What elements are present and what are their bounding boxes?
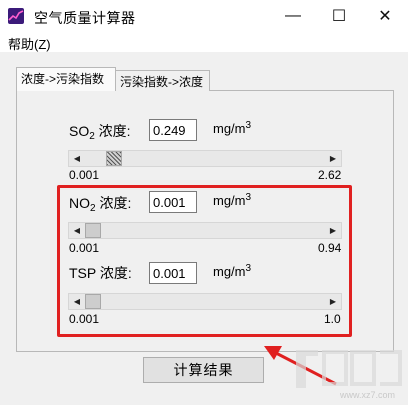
app-chart-icon [8, 8, 24, 24]
watermark-logo-icon [296, 350, 402, 388]
annotation-highlight-box [57, 185, 352, 337]
so2-label: SO2 浓度: [69, 123, 131, 142]
tab-concentration-to-index[interactable]: 浓度->污染指数 [16, 67, 116, 91]
so2-right-arrow-icon[interactable]: ▶ [325, 151, 341, 166]
so2-slider[interactable]: ◀ ▶ [68, 150, 342, 167]
tab-index-to-concentration[interactable]: 污染指数->浓度 [116, 70, 210, 91]
window-title: 空气质量计算器 [34, 10, 136, 26]
app-window: 空气质量计算器 — ☐ ✕ 帮助(Z) 浓度->污染指数 污染指数->浓度 SO… [0, 0, 408, 405]
watermark-url: www.xz7.com [340, 390, 396, 400]
minimize-button[interactable]: — [270, 0, 316, 32]
so2-slider-thumb[interactable] [106, 151, 123, 166]
so2-input[interactable] [149, 119, 197, 141]
so2-unit: mg/m3 [213, 120, 252, 136]
so2-range-min: 0.001 [69, 168, 100, 182]
close-button[interactable]: ✕ [362, 0, 408, 32]
menu-help[interactable]: 帮助(Z) [8, 34, 51, 53]
so2-left-arrow-icon[interactable]: ◀ [69, 151, 85, 166]
so2-range-max: 2.62 [318, 168, 342, 182]
menu-bar: 帮助(Z) [0, 32, 408, 52]
watermark-logo: www.xz7.com [288, 340, 406, 404]
maximize-button[interactable]: ☐ [316, 0, 362, 32]
calculate-button[interactable]: 计算结果 [143, 357, 264, 383]
title-bar: 空气质量计算器 — ☐ ✕ [0, 0, 408, 32]
